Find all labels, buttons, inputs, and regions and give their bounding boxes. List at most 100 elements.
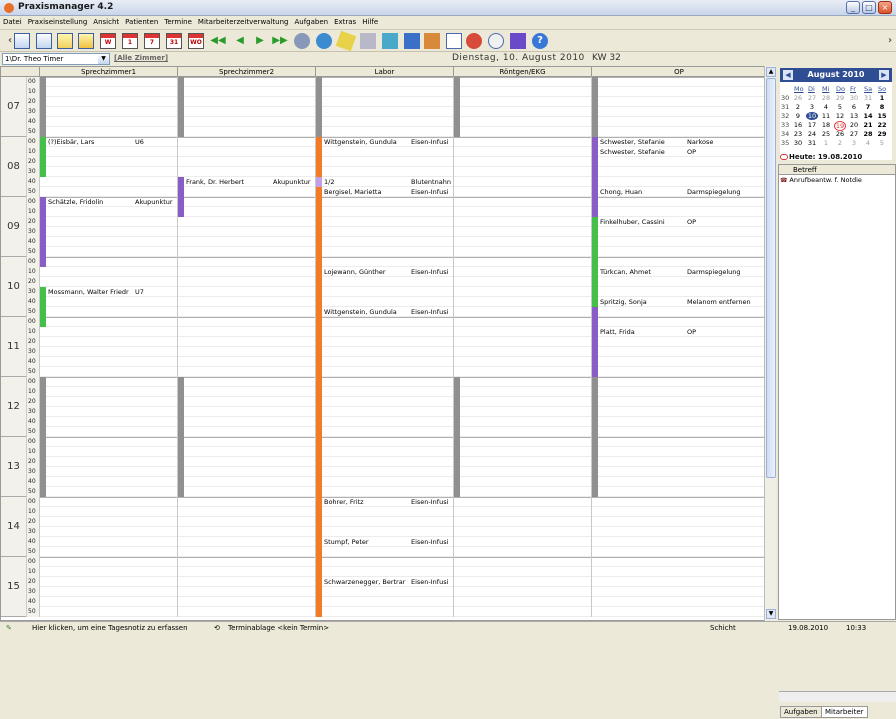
appointment-type[interactable]: Eisen-Infusi [411,267,451,277]
appointment-type[interactable]: Melanom entfernen [687,297,757,307]
calendar-day[interactable]: 15 [876,112,888,120]
calendar-day[interactable]: 4 [862,139,874,147]
menu-item[interactable]: Extras [331,16,359,29]
next-icon[interactable]: ▶ [252,33,268,49]
vertical-scrollbar[interactable]: ▲ ▼ [764,66,776,621]
appointment-patient[interactable]: Lojewann, Günther [324,267,408,277]
menu-item[interactable]: Mitarbeiterzeitverwaltung [195,16,292,29]
time-slot[interactable] [1,547,764,557]
appointment-template[interactable]: Terminablage <kein Termin> [228,622,329,635]
calendar-day[interactable]: 17 [806,121,818,129]
menu-item[interactable]: Aufgaben [291,16,331,29]
next-month-icon[interactable]: ▶ [879,70,889,80]
time-slot[interactable] [1,157,764,167]
calendar-day[interactable]: 16 [792,121,804,129]
calendar-day[interactable]: 4 [820,103,832,111]
calendar-day[interactable]: 22 [876,121,888,129]
time-slot[interactable] [1,477,764,487]
calendar-day[interactable]: 23 [792,130,804,138]
calendar-day[interactable]: 25 [820,130,832,138]
appointment-patient[interactable]: Türkcan, Ahmet [600,267,684,277]
calendar-day[interactable]: 31 [806,139,818,147]
appointment-patient[interactable]: Bergisel, Marietta [324,187,408,197]
help-icon[interactable]: ? [532,33,548,49]
appointment-patient[interactable]: Spritzig, Sonja [600,297,684,307]
clock-icon[interactable] [488,33,504,49]
appointment-patient[interactable]: Schwester, Stefanie [600,147,684,157]
glasses-icon[interactable] [294,33,310,49]
calendar-day[interactable]: 31 [862,94,874,102]
document-icon[interactable] [404,33,420,49]
first-icon[interactable]: ◀◀ [210,33,226,49]
time-slot[interactable] [1,257,764,267]
appointment-patient[interactable]: Stumpf, Peter [324,537,408,547]
time-slot[interactable] [1,457,764,467]
time-slot[interactable] [1,227,764,237]
calendar-day[interactable]: 30 [848,94,860,102]
calendar-day[interactable]: 6 [848,103,860,111]
scroll-thumb[interactable] [766,78,776,478]
minimize-button[interactable]: _ [846,1,860,14]
calendar-day[interactable]: 5 [834,103,846,111]
calendar-day[interactable]: 1 [820,139,832,147]
today-link[interactable]: Heute: 19.08.2010 [780,153,862,161]
time-slot[interactable] [1,247,764,257]
last-icon[interactable]: ▶▶ [272,33,288,49]
time-slot[interactable] [1,167,764,177]
appointment-patient[interactable]: Wittgenstein, Gundula [324,307,408,317]
calendar-day[interactable]: 26 [792,94,804,102]
appointment-type[interactable]: OP [687,327,757,337]
time-slot[interactable] [1,347,764,357]
time-slot[interactable] [1,567,764,577]
appointment-type[interactable]: Blutentnahn [411,177,451,187]
time-slot[interactable] [1,437,764,447]
mini-calendar[interactable]: Mo Di Mi Do Fr Sa So 30 26 27 28 29 30 31 1 31 2 3 4 5 6 7 8 32… [780,82,892,160]
week-number[interactable]: 34 [781,130,789,138]
bucket-icon[interactable] [382,33,398,49]
time-slot[interactable] [1,557,764,567]
appointment-type[interactable]: Akupunktur [135,197,175,207]
appointment-type[interactable]: Eisen-Infusi [411,307,451,317]
appointment-patient[interactable]: Schwarzenegger, Bertrar [324,577,408,587]
calendar-day[interactable]: 28 [820,94,832,102]
time-slot[interactable] [1,487,764,497]
appointment-type[interactable]: Eisen-Infusi [411,497,451,507]
day-note-link[interactable]: Hier klicken, um eine Tagesnotiz zu erfa… [32,622,188,635]
appointment-type[interactable]: Narkose [687,137,757,147]
calendar-day[interactable]: 3 [848,139,860,147]
appointment-patient[interactable]: Bohrer, Fritz [324,497,408,507]
chevron-down-icon[interactable]: ▼ [98,54,109,64]
time-slot[interactable] [1,377,764,387]
scroll-up-icon[interactable]: ▲ [766,67,776,77]
calendar-day[interactable]: 20 [848,121,860,129]
time-slot[interactable] [1,207,764,217]
calendar-day[interactable]: 1 [876,94,888,102]
calendar-workweek-icon[interactable]: WO [188,33,204,49]
appointment-patient[interactable]: Schätzle, Fridolin [48,197,132,207]
appointment-patient[interactable]: (?)Eisbär, Lars [48,137,132,147]
week-number[interactable]: 33 [781,121,789,129]
calendar-day[interactable]: 21 [862,121,874,129]
calendar-day[interactable]: 14 [862,112,874,120]
time-slot[interactable] [1,77,764,87]
time-slot[interactable] [1,587,764,597]
appointment-type[interactable]: Darmspiegelung [687,187,757,197]
all-rooms-link[interactable]: [Alle Zimmer] [114,54,168,62]
time-slot[interactable] [1,517,764,527]
time-slot[interactable] [1,117,764,127]
doctor-select[interactable]: 1\Dr. Theo Timer ▼ [2,53,110,65]
menu-item[interactable]: Hilfe [359,16,381,29]
appointment-type[interactable]: U6 [135,137,175,147]
print-icon[interactable] [360,33,376,49]
appointment-type[interactable]: OP [687,217,757,227]
time-slot[interactable] [1,597,764,607]
time-slot[interactable] [1,527,764,537]
view-week-icon[interactable] [57,33,73,49]
schedule-grid[interactable]: Sprechzimmer1 Sprechzimmer2 Labor Röntgen/E… [0,66,765,621]
appointment-type[interactable]: OP [687,147,757,157]
calendar-day-icon[interactable]: 1 [122,33,138,49]
tab-mitarbeiter[interactable]: Mitarbeiter [821,706,868,718]
calendar-day[interactable]: 12 [834,112,846,120]
calendar-day[interactable]: 27 [848,130,860,138]
time-slot[interactable] [1,447,764,457]
